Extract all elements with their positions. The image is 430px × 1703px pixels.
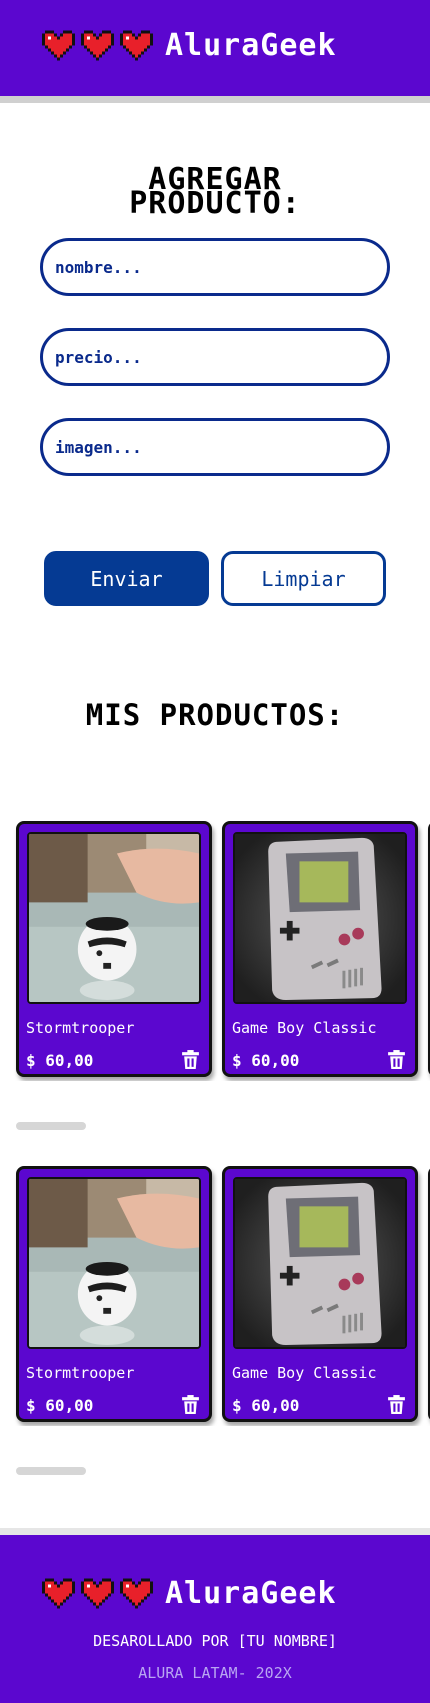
header-divider [0,96,430,103]
product-name: Game Boy Classic [232,1019,377,1037]
product-image-stormtrooper [27,832,201,1004]
product-name: Game Boy Classic [232,1364,377,1382]
heart-icon [42,29,75,62]
heart-icon [81,1577,114,1610]
brand-logo[interactable]: AluraGeek [42,28,337,63]
heart-icon [120,1577,153,1610]
trash-icon[interactable] [386,1049,407,1070]
footer-brand-logo[interactable]: AluraGeek [42,1576,337,1611]
product-price: $ 60,00 [26,1396,94,1415]
product-image-gameboy [233,832,407,1004]
submit-button[interactable]: Enviar [44,551,209,606]
products-title: MIS PRODUCTOS: [85,698,345,732]
heart-icon [42,1577,75,1610]
form-title: AGREGAR PRODUCTO: [129,162,301,221]
product-price: $ 60,00 [232,1396,300,1415]
clear-button[interactable]: Limpiar [221,551,386,606]
trash-icon[interactable] [180,1049,201,1070]
hearts-group [42,1577,153,1610]
site-footer: AluraGeek DESAROLLADO POR [TU NOMBRE] AL… [0,1535,430,1703]
brand-name: AluraGeek [165,1576,337,1611]
product-image-stormtrooper [27,1177,201,1349]
product-price: $ 60,00 [26,1051,94,1070]
product-name: Stormtrooper [26,1019,135,1037]
product-card: Stormtrooper $ 60,00 [16,821,212,1077]
heart-icon [81,29,114,62]
brand-name: AluraGeek [165,28,337,63]
product-card: Stormtrooper $ 60,00 [16,1166,212,1422]
footer-developer: DESAROLLADO POR [TU NOMBRE] [93,1632,337,1650]
product-card: Game Boy Classic $ 60,00 [222,821,418,1077]
horizontal-scrollbar[interactable] [16,1467,86,1475]
product-row[interactable]: Stormtrooper $ 60,00 Game Boy Classic $ … [0,821,430,1081]
hearts-group [42,29,153,62]
footer-divider [0,1528,430,1535]
price-input[interactable] [40,328,390,386]
heart-icon [120,29,153,62]
product-card: Game Boy Classic $ 60,00 [222,1166,418,1422]
product-image-gameboy [233,1177,407,1349]
horizontal-scrollbar[interactable] [16,1122,86,1130]
product-row[interactable]: Stormtrooper $ 60,00 Game Boy Classic $ … [0,1166,430,1426]
trash-icon[interactable] [386,1394,407,1415]
trash-icon[interactable] [180,1394,201,1415]
product-price: $ 60,00 [232,1051,300,1070]
site-header: AluraGeek [0,0,430,96]
image-input[interactable] [40,418,390,476]
footer-copyright: ALURA LATAM- 202X [138,1664,292,1682]
name-input[interactable] [40,238,390,296]
product-name: Stormtrooper [26,1364,135,1382]
